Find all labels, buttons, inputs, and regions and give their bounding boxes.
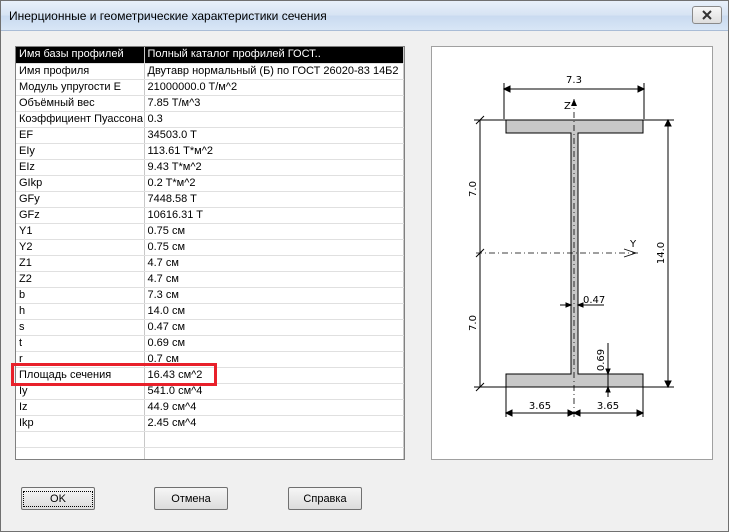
help-button-label: Справка <box>303 492 347 505</box>
flange-thickness-label: 0.69 <box>596 349 607 371</box>
table-row[interactable]: Модуль упругости E 21000000.0 T/м^2 <box>16 79 404 96</box>
property-value: 0.47 см <box>144 319 404 336</box>
property-value: 4.7 см <box>144 255 404 272</box>
property-name: Имя базы профилей <box>16 47 145 64</box>
property-value: 0.75 см <box>144 223 404 240</box>
table-row[interactable]: Коэффициент Пуассона 0.3 <box>16 111 404 128</box>
property-name: Y1 <box>16 223 145 240</box>
property-value: 7448.58 T <box>144 191 404 208</box>
property-name: t <box>16 335 145 352</box>
property-name <box>16 431 145 448</box>
table-row[interactable]: EIy 113.61 T*м^2 <box>16 143 404 160</box>
property-value: 0.2 T*м^2 <box>144 175 404 192</box>
property-name: s <box>16 319 145 336</box>
cancel-button[interactable]: Отмена <box>154 487 228 510</box>
property-name: EIy <box>16 143 145 160</box>
property-value: 44.9 см^4 <box>144 399 404 416</box>
property-value: Полный каталог профилей ГОСТ.. <box>144 47 404 64</box>
table-row[interactable]: GFz 10616.31 T <box>16 207 404 224</box>
property-value: 10616.31 T <box>144 207 404 224</box>
table-row[interactable]: Z2 4.7 см <box>16 271 404 288</box>
property-name: Iz <box>16 399 145 416</box>
table-row[interactable] <box>16 447 404 459</box>
half-width-left-label: 3.65 <box>529 401 551 412</box>
property-value: 0.3 <box>144 111 404 128</box>
table-row[interactable]: GFy 7448.58 T <box>16 191 404 208</box>
i-beam-diagram: 7.3 Z Y 7.0 7.0 14.0 0.47 0.69 3.65 3.65 <box>468 75 674 419</box>
property-name: Модуль упругости E <box>16 79 145 96</box>
property-name: b <box>16 287 145 304</box>
axis-z-label: Z <box>564 101 571 112</box>
table-row[interactable]: EF 34503.0 T <box>16 127 404 144</box>
cancel-button-label: Отмена <box>171 492 211 505</box>
table-row[interactable]: Iz 44.9 см^4 <box>16 399 404 416</box>
property-name: GFz <box>16 207 145 224</box>
property-name: EIz <box>16 159 145 176</box>
property-value: 34503.0 T <box>144 127 404 144</box>
table-row[interactable] <box>16 431 404 448</box>
property-value: Двутавр нормальный (Б) по ГОСТ 26020-83 … <box>144 63 404 80</box>
web-thickness-label: 0.47 <box>583 295 605 306</box>
property-value <box>144 447 404 459</box>
half-height-bottom-label: 7.0 <box>468 315 479 331</box>
property-name: GIkp <box>16 175 145 192</box>
property-value: 4.7 см <box>144 271 404 288</box>
close-icon <box>702 10 712 20</box>
property-name <box>16 447 145 459</box>
property-value: 7.3 см <box>144 287 404 304</box>
property-name: Имя профиля <box>16 63 145 80</box>
property-value: 2.45 см^4 <box>144 415 404 432</box>
property-value: 0.69 см <box>144 335 404 352</box>
property-name: Z1 <box>16 255 145 272</box>
table-row[interactable]: Ikp 2.45 см^4 <box>16 415 404 432</box>
property-value <box>144 431 404 448</box>
table-row[interactable]: Y1 0.75 см <box>16 223 404 240</box>
help-button[interactable]: Справка <box>288 487 362 510</box>
property-value: 0.75 см <box>144 239 404 256</box>
property-name: h <box>16 303 145 320</box>
table-row[interactable]: Y2 0.75 см <box>16 239 404 256</box>
half-width-right-label: 3.65 <box>597 401 619 412</box>
property-name: EF <box>16 127 145 144</box>
table-row[interactable]: Объёмный вес 7.85 T/м^3 <box>16 95 404 112</box>
table-row[interactable]: Имя профиля Двутавр нормальный (Б) по ГОС… <box>16 63 404 80</box>
table-row[interactable]: t 0.69 см <box>16 335 404 352</box>
height-label: 14.0 <box>656 242 667 264</box>
ok-button[interactable]: OK <box>21 487 95 510</box>
table-row[interactable]: s 0.47 см <box>16 319 404 336</box>
property-value: 7.85 T/м^3 <box>144 95 404 112</box>
dialog-window: Инерционные и геометрические характерист… <box>0 0 729 532</box>
window-title: Инерционные и геометрические характерист… <box>9 9 327 23</box>
table-row[interactable]: Имя базы профилей Полный каталог профилей… <box>16 47 404 64</box>
property-name: Коэффициент Пуассона <box>16 111 145 128</box>
table-row[interactable]: Z1 4.7 см <box>16 255 404 272</box>
property-name: Объёмный вес <box>16 95 145 112</box>
properties-table[interactable]: Имя базы профилей Полный каталог профилей… <box>15 46 405 460</box>
property-name: Y2 <box>16 239 145 256</box>
ok-button-label: OK <box>23 490 93 507</box>
table-row[interactable]: GIkp 0.2 T*м^2 <box>16 175 404 192</box>
half-height-top-label: 7.0 <box>468 181 479 197</box>
section-drawing: 7.3 Z Y 7.0 7.0 14.0 0.47 0.69 3.65 3.65 <box>431 46 713 460</box>
property-name: GFy <box>16 191 145 208</box>
width-label: 7.3 <box>566 75 582 86</box>
property-value: 113.61 T*м^2 <box>144 143 404 160</box>
properties-grid: Имя базы профилей Полный каталог профилей… <box>16 47 404 459</box>
table-row[interactable]: b 7.3 см <box>16 287 404 304</box>
area-highlight-box <box>11 363 217 386</box>
axis-y-label: Y <box>629 239 637 250</box>
close-button[interactable] <box>692 6 722 24</box>
table-row[interactable]: h 14.0 см <box>16 303 404 320</box>
title-bar[interactable]: Инерционные и геометрические характерист… <box>1 1 728 31</box>
property-name: Z2 <box>16 271 145 288</box>
property-value: 14.0 см <box>144 303 404 320</box>
property-name: Ikp <box>16 415 145 432</box>
table-row[interactable]: EIz 9.43 T*м^2 <box>16 159 404 176</box>
property-value: 9.43 T*м^2 <box>144 159 404 176</box>
i-beam-shape <box>505 119 644 388</box>
property-value: 21000000.0 T/м^2 <box>144 79 404 96</box>
